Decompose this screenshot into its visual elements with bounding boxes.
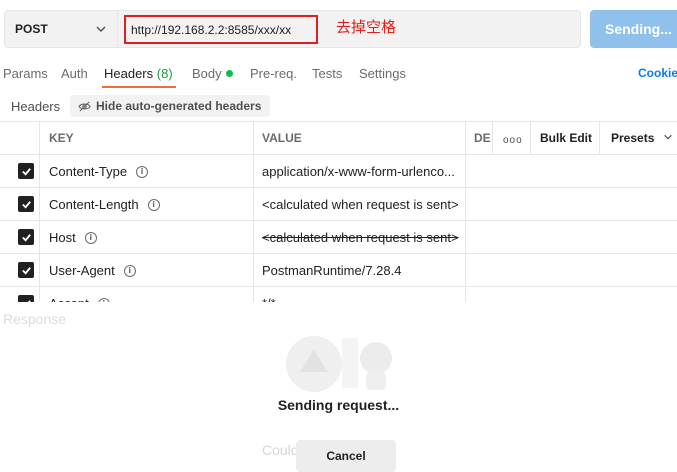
column-divider [599, 122, 600, 155]
info-icon: i [84, 231, 97, 244]
row-checkbox[interactable] [18, 229, 34, 245]
info-icon: i [123, 264, 136, 277]
header-value[interactable]: <calculated when request is sent> [262, 230, 462, 245]
presets-dropdown[interactable]: Presets [611, 131, 673, 145]
check-icon [21, 266, 31, 275]
tab-headers[interactable]: Headers (8) [104, 66, 173, 81]
method-select[interactable]: POST [4, 10, 118, 48]
tab-auth[interactable]: Auth [61, 66, 88, 81]
header-value[interactable]: application/x-www-form-urlenco... [262, 164, 462, 179]
row-checkbox[interactable] [18, 262, 34, 278]
table-row: Accepti */* [0, 287, 677, 302]
table-row: Content-Length i <calculated when request… [0, 188, 677, 221]
eye-off-icon [78, 100, 91, 112]
cookies-link[interactable]: Cookie [638, 66, 677, 80]
row-checkbox[interactable] [18, 163, 34, 179]
headers-table: KEY VALUE DE ooo Bulk Edit Presets Conte… [0, 121, 677, 302]
check-icon [21, 167, 31, 176]
tab-tests[interactable]: Tests [312, 66, 342, 81]
header-key: User-Agent i [49, 263, 136, 278]
sending-status-text: Sending request... [277, 397, 400, 413]
header-key: Host i [49, 230, 97, 245]
table-row: User-Agent i PostmanRuntime/7.28.4 [0, 254, 677, 287]
hide-auto-headers-button[interactable]: Hide auto-generated headers [70, 95, 271, 117]
check-icon [21, 200, 31, 209]
info-icon: i [147, 198, 160, 211]
header-key: Content-Type i [49, 164, 149, 179]
chevron-down-icon [96, 26, 106, 32]
method-value: POST [15, 22, 48, 36]
active-tab-indicator [102, 86, 176, 88]
header-value[interactable]: <calculated when request is sent> [262, 197, 462, 212]
response-panel: Response Sending request... Could est Ca… [0, 302, 677, 472]
column-description: DE [474, 131, 491, 145]
astronaut-illustration-icon [286, 336, 392, 392]
row-checkbox[interactable] [18, 295, 34, 302]
table-row: Content-Type i application/x-www-form-url… [0, 155, 677, 188]
info-icon: i [136, 165, 149, 178]
tab-params[interactable]: Params [3, 66, 48, 81]
header-key: Content-Length i [49, 197, 160, 212]
bulk-edit-button[interactable]: Bulk Edit [540, 131, 592, 145]
response-label: Response [3, 311, 67, 327]
request-tabs: Params Auth Headers (8) Body Pre-req. Te… [0, 58, 677, 88]
tab-body-label: Body [192, 66, 222, 81]
url-value: http://192.168.2.2:8585/xxx/xx [131, 22, 292, 37]
tab-settings[interactable]: Settings [359, 66, 406, 81]
header-key-text: Host [49, 230, 76, 245]
chevron-down-icon [663, 134, 672, 140]
table-header-row: KEY VALUE DE ooo Bulk Edit Presets [0, 122, 677, 155]
column-divider [492, 122, 493, 155]
tab-pre-request[interactable]: Pre-req. [250, 66, 297, 81]
url-input[interactable]: http://192.168.2.2:8585/xxx/xx [124, 15, 318, 44]
header-key-text: Content-Type [49, 164, 128, 179]
header-value[interactable]: PostmanRuntime/7.28.4 [262, 263, 462, 278]
check-icon [21, 233, 31, 242]
send-button[interactable]: Sending... [590, 10, 677, 48]
cancel-button[interactable]: Cancel [296, 440, 396, 472]
more-options-button[interactable]: ooo [503, 135, 523, 146]
annotation-text: 去掉空格 [336, 18, 397, 36]
header-key-text: Content-Length [49, 197, 139, 212]
body-status-dot [225, 70, 233, 77]
row-checkbox[interactable] [18, 196, 34, 212]
tab-headers-label: Headers [104, 66, 154, 81]
column-value: VALUE [262, 131, 302, 145]
column-divider [530, 122, 531, 155]
tab-headers-count: (8) [156, 66, 173, 81]
hide-auto-headers-label: Hide auto-generated headers [96, 99, 262, 113]
column-key: KEY [49, 131, 74, 145]
header-key-text: User-Agent [49, 263, 115, 278]
headers-toolbar: Headers Hide auto-generated headers [0, 92, 677, 122]
tab-body[interactable]: Body [192, 66, 233, 81]
request-bar: POST http://192.168.2.2:8585/xxx/xx 去掉空格… [0, 0, 677, 58]
table-row: Host i <calculated when request is sent> [0, 221, 677, 254]
presets-label: Presets [611, 131, 655, 145]
headers-label: Headers [11, 99, 61, 114]
